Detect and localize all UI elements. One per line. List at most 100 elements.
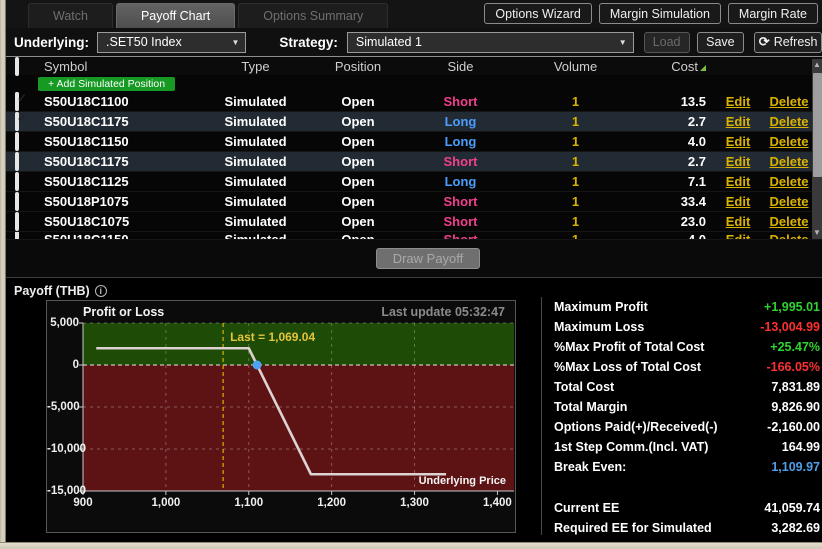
margin-simulation-button[interactable]: Margin Simulation xyxy=(599,3,721,24)
load-button[interactable]: Load xyxy=(644,32,690,53)
header-position[interactable]: Position xyxy=(313,59,403,74)
header-type[interactable]: Type xyxy=(198,59,313,74)
checkbox-cell xyxy=(6,174,38,189)
payoff-chart: Profit or Loss Last update 05:32:47 Unde… xyxy=(46,300,516,533)
edit-link[interactable]: Edit xyxy=(726,114,751,129)
type-cell: Simulated xyxy=(198,232,313,240)
row-checkbox[interactable] xyxy=(15,132,19,151)
side-cell: Short xyxy=(403,194,518,209)
table-row: S50U18C1175SimulatedOpenLong12.7EditDele… xyxy=(6,112,822,132)
row-checkbox[interactable] xyxy=(15,152,19,171)
table-row: S50U18C1125SimulatedOpenLong17.1EditDele… xyxy=(6,172,822,192)
row-checkbox[interactable] xyxy=(15,212,19,231)
add-simulated-position-button[interactable]: + Add Simulated Position xyxy=(38,77,175,91)
scroll-down-icon[interactable]: ▼ xyxy=(812,227,822,239)
checkbox-cell xyxy=(6,232,38,240)
payoff-section-title: Payoff (THB) i xyxy=(14,284,107,298)
header-cost[interactable]: Cost xyxy=(633,59,718,74)
stat-row: Options Paid(+)/Received(-)-2,160.00 xyxy=(554,417,820,437)
checkbox-cell xyxy=(6,194,38,209)
info-icon[interactable]: i xyxy=(95,285,107,297)
stat-label: Options Paid(+)/Received(-) xyxy=(554,420,718,434)
table-header-row: Symbol Type Position Side Volume Cost xyxy=(6,57,822,75)
cost-cell: 23.0 xyxy=(633,214,718,229)
delete-link[interactable]: Delete xyxy=(769,134,808,149)
delete-link[interactable]: Delete xyxy=(769,214,808,229)
row-checkbox[interactable] xyxy=(15,192,19,211)
symbol-cell: S50U18C1075 xyxy=(38,214,198,229)
cost-cell: 4.0 xyxy=(633,232,718,240)
save-button[interactable]: Save xyxy=(697,32,745,53)
delete-link[interactable]: Delete xyxy=(769,232,808,240)
type-cell: Simulated xyxy=(198,174,313,189)
checkbox-cell xyxy=(6,154,38,169)
delete-link[interactable]: Delete xyxy=(769,94,808,109)
x-tick-label: 1,200 xyxy=(317,497,346,509)
side-cell: Long xyxy=(403,174,518,189)
delete-link[interactable]: Delete xyxy=(769,174,808,189)
edit-link[interactable]: Edit xyxy=(726,232,751,240)
edit-link[interactable]: Edit xyxy=(726,94,751,109)
break-even-dot[interactable] xyxy=(253,361,262,370)
options-wizard-button[interactable]: Options Wizard xyxy=(484,3,591,24)
strategy-select[interactable]: Simulated 1 ▼ xyxy=(347,32,634,53)
draw-payoff-bar: Draw Payoff xyxy=(6,240,822,277)
stat-value: 164.99 xyxy=(782,440,820,454)
edit-cell: Edit xyxy=(718,214,758,229)
strategy-toolbar: Underlying: .SET50 Index ▼ Strategy: Sim… xyxy=(6,28,822,57)
edit-link[interactable]: Edit xyxy=(726,174,751,189)
symbol-cell: S50U18C1175 xyxy=(38,114,198,129)
select-all-checkbox[interactable] xyxy=(15,57,19,76)
tab-payoff-chart[interactable]: Payoff Chart xyxy=(116,3,235,28)
header-volume[interactable]: Volume xyxy=(518,59,633,74)
margin-rate-button[interactable]: Margin Rate xyxy=(728,3,818,24)
row-checkbox[interactable] xyxy=(15,232,19,240)
draw-payoff-button[interactable]: Draw Payoff xyxy=(376,248,481,269)
position-cell: Open xyxy=(313,154,403,169)
chart-plot-area[interactable]: Underlying Price Last = 1,069.04 xyxy=(83,323,514,491)
x-tick-label: 1,400 xyxy=(483,497,512,509)
table-scrollbar[interactable]: ▲ ▼ xyxy=(812,59,822,239)
scrollbar-thumb[interactable] xyxy=(813,73,822,177)
window-left-edge xyxy=(0,0,6,549)
stat-row: Required EE for Simulated3,282.69 xyxy=(554,518,820,538)
edit-link[interactable]: Edit xyxy=(726,194,751,209)
stat-value: +25.47% xyxy=(770,340,820,354)
side-cell: Short xyxy=(403,94,518,109)
stats-spacer xyxy=(554,477,820,498)
header-side[interactable]: Side xyxy=(403,59,518,74)
edit-cell: Edit xyxy=(718,94,758,109)
underlying-select[interactable]: .SET50 Index ▼ xyxy=(97,32,246,53)
stat-label: Total Margin xyxy=(554,400,627,414)
x-tick-label: 1,100 xyxy=(234,497,263,509)
side-cell: Short xyxy=(403,232,518,240)
row-checkbox[interactable] xyxy=(15,172,19,191)
delete-link[interactable]: Delete xyxy=(769,194,808,209)
edit-cell: Edit xyxy=(718,114,758,129)
stat-label: Total Cost xyxy=(554,380,614,394)
volume-cell: 1 xyxy=(518,134,633,149)
side-cell: Long xyxy=(403,114,518,129)
edit-link[interactable]: Edit xyxy=(726,214,751,229)
refresh-button[interactable]: ⟳ Refresh xyxy=(754,32,822,53)
row-checkbox[interactable] xyxy=(15,92,19,111)
row-checkbox[interactable] xyxy=(15,112,19,131)
y-tick-label: -15,000 xyxy=(47,485,79,497)
delete-link[interactable]: Delete xyxy=(769,114,808,129)
stat-label: Maximum Loss xyxy=(554,320,644,334)
header-symbol[interactable]: Symbol xyxy=(38,59,198,74)
refresh-icon: ⟳ xyxy=(759,34,770,50)
table-row: S50U18C1150SimulatedOpenShort14.0EditDel… xyxy=(6,232,822,240)
scroll-up-icon[interactable]: ▲ xyxy=(812,59,822,71)
header-cost-label: Cost xyxy=(671,59,698,74)
checkbox-cell xyxy=(6,94,38,109)
tab-watch[interactable]: Watch xyxy=(28,3,113,28)
window-bottom-edge xyxy=(0,542,822,549)
edit-link[interactable]: Edit xyxy=(726,134,751,149)
table-row: S50U18C1150SimulatedOpenLong14.0EditDele… xyxy=(6,132,822,152)
delete-link[interactable]: Delete xyxy=(769,154,808,169)
tab-options-summary[interactable]: Options Summary xyxy=(238,3,388,28)
edit-link[interactable]: Edit xyxy=(726,154,751,169)
side-cell: Short xyxy=(403,214,518,229)
symbol-cell: S50U18C1150 xyxy=(38,232,198,240)
